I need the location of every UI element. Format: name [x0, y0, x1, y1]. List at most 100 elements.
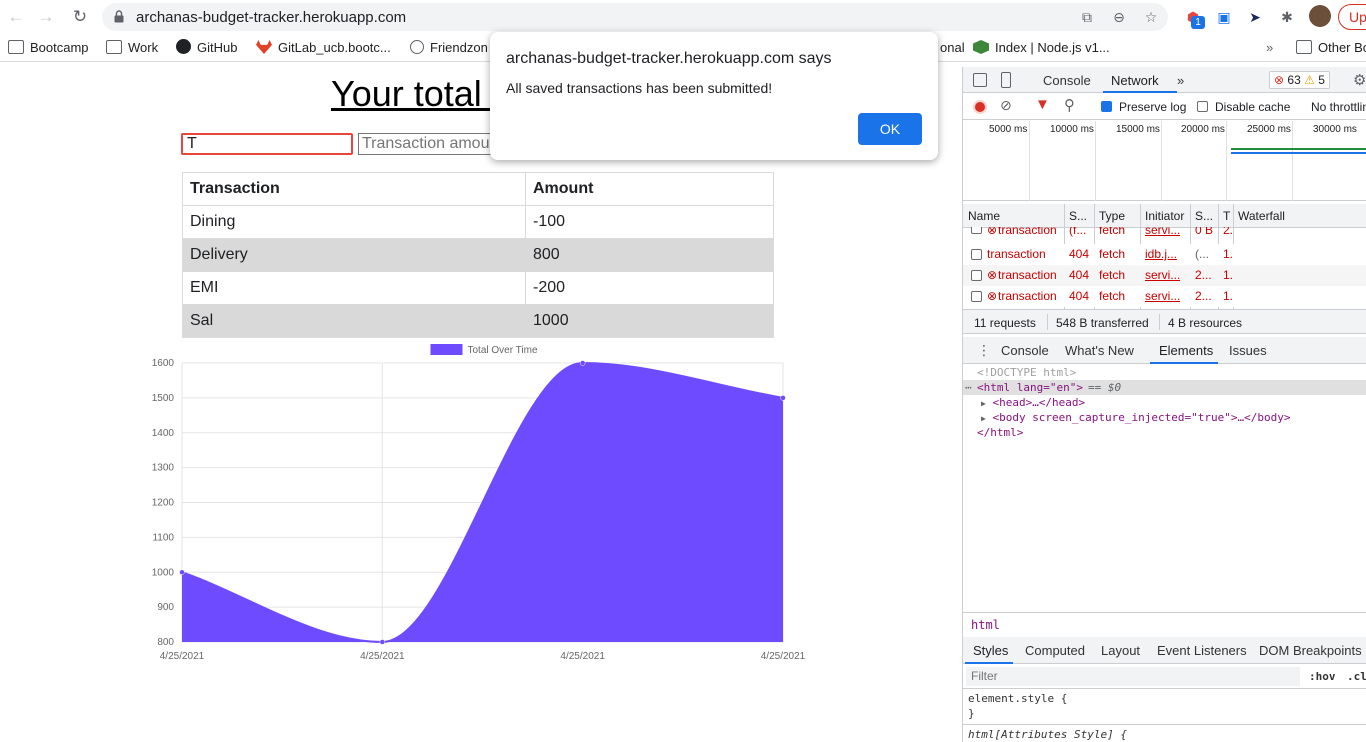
devtools-tabbar: Console Network » ⊗ 63 ⚠ 5 ⚙ — [963, 67, 1366, 93]
tab-network[interactable]: Network — [1111, 73, 1159, 88]
dom-node-selected[interactable]: ⋯ <html lang="en"> == $0 — [963, 380, 1366, 395]
bookmark-star-icon[interactable]: ☆ — [1142, 8, 1160, 26]
network-overview: 5000 ms 10000 ms 15000 ms 20000 ms 25000… — [963, 121, 1366, 201]
col-size[interactable]: S... — [1195, 209, 1213, 223]
bookmark-work[interactable]: Work — [106, 39, 158, 57]
cursor-extension-icon[interactable]: ➤ — [1244, 6, 1266, 28]
reload-icon[interactable]: ↻ — [68, 5, 92, 29]
styles-filter-input[interactable]: Filter — [966, 667, 1300, 686]
bookmark-nodejs[interactable]: Index | Node.js v1... — [973, 39, 1110, 57]
request-initiator-link[interactable]: servi... — [1145, 227, 1180, 237]
request-initiator-link[interactable]: idb.j... — [1145, 247, 1177, 261]
more-tabs-button[interactable]: » — [1177, 73, 1184, 88]
throttling-select[interactable]: No throttlin — [1311, 100, 1366, 114]
bookmark-friendzone[interactable]: Friendzon — [410, 39, 488, 57]
update-button[interactable]: Up — [1338, 4, 1366, 30]
request-type: fetch — [1099, 227, 1126, 237]
request-initiator-link[interactable]: servi... — [1145, 268, 1180, 282]
tab-styles[interactable]: Styles — [973, 643, 1008, 658]
breadcrumb-html[interactable]: html — [971, 618, 1000, 632]
filter-icon[interactable]: ▼ — [1035, 96, 1050, 113]
table-row[interactable]: ⊗ transaction 404 fetch servi... 2... 1. — [963, 286, 1366, 307]
error-icon: ⊗ — [1274, 73, 1285, 87]
cls-toggle[interactable]: .cls — [1347, 670, 1366, 683]
tab-event-listeners[interactable]: Event Listeners — [1157, 643, 1247, 658]
screenshot-extension-icon[interactable]: ▣ — [1213, 6, 1235, 28]
dom-node-head[interactable]: ▶ <head>…</head> — [981, 396, 1085, 409]
devtools-panel: Console Network » ⊗ 63 ⚠ 5 ⚙ ⊘ ▼ ⚲ Prese… — [962, 67, 1366, 742]
zoom-icon[interactable]: ⊖ — [1110, 8, 1128, 26]
folder-icon — [1296, 40, 1312, 54]
timeline-tick: 25000 ms — [1247, 124, 1291, 135]
timeline-bar — [1231, 148, 1366, 150]
col-status[interactable]: S... — [1069, 209, 1087, 223]
request-status: (f... — [1069, 227, 1087, 237]
request-time: 1. — [1223, 289, 1234, 303]
request-initiator-link[interactable]: servi... — [1145, 289, 1180, 303]
expand-triangle-icon[interactable]: ▶ — [981, 414, 986, 423]
request-time: 1. — [1223, 268, 1234, 282]
request-name: transaction — [998, 289, 1057, 303]
tab-layout[interactable]: Layout — [1101, 643, 1140, 658]
forward-icon[interactable]: → — [34, 5, 58, 29]
bookmark-other[interactable]: Other Bo — [1296, 39, 1366, 57]
device-toolbar-icon[interactable] — [1001, 72, 1011, 88]
table-row[interactable]: ⊗ transaction (f... fetch servi... 0 B 2… — [963, 227, 1366, 241]
back-icon[interactable]: ← — [4, 5, 28, 29]
table-row[interactable]: ⊗ transaction 404 fetch servi... 2... 1. — [963, 265, 1366, 286]
inspect-icon[interactable] — [973, 73, 987, 87]
row-checkbox[interactable] — [971, 227, 982, 234]
legend-label: Total Over Time — [468, 345, 538, 356]
issues-counter[interactable]: ⊗ 63 ⚠ 5 — [1269, 71, 1330, 89]
drawer-tab-console[interactable]: Console — [1001, 343, 1049, 358]
settings-gear-icon[interactable]: ⚙ — [1353, 71, 1366, 89]
expand-triangle-icon[interactable]: ▶ — [981, 399, 986, 408]
row-checkbox[interactable] — [971, 249, 982, 260]
tab-dom-breakpoints[interactable]: DOM Breakpoints — [1259, 643, 1362, 658]
hov-toggle[interactable]: :hov — [1309, 670, 1336, 683]
preserve-log-checkbox[interactable] — [1101, 101, 1112, 112]
request-status: 404 — [1069, 247, 1090, 261]
record-icon[interactable] — [973, 100, 987, 114]
col-type[interactable]: Type — [1099, 209, 1125, 223]
open-in-app-icon[interactable]: ⧉ — [1078, 8, 1096, 26]
bookmarks-overflow[interactable]: » — [1266, 39, 1273, 57]
summary-resources: 4 B resources — [1168, 316, 1243, 330]
request-error-icon: ⊗ — [987, 227, 998, 237]
transaction-name-input[interactable]: T — [181, 133, 353, 155]
attributes-style-rule[interactable]: html[Attributes Style] { — [968, 728, 1127, 741]
bookmark-partial[interactable]: onal — [940, 39, 965, 57]
request-status: 404 — [1069, 289, 1090, 303]
drawer-tab-whats-new[interactable]: What's New — [1065, 343, 1134, 358]
col-name[interactable]: Name — [968, 209, 1000, 223]
disable-cache-checkbox[interactable] — [1197, 101, 1208, 112]
drawer-tab-elements[interactable]: Elements — [1159, 343, 1213, 358]
drawer-tab-issues[interactable]: Issues — [1229, 343, 1267, 358]
row-checkbox[interactable] — [971, 291, 982, 302]
tab-computed[interactable]: Computed — [1025, 643, 1085, 658]
search-icon[interactable]: ⚲ — [1064, 96, 1075, 114]
ok-button[interactable]: OK — [858, 113, 922, 145]
transaction-amount-input[interactable]: Transaction amount — [358, 133, 498, 155]
row-checkbox[interactable] — [971, 270, 982, 281]
table-row: EMI -200 — [182, 271, 774, 305]
more-options-icon[interactable]: ⋮ — [977, 342, 991, 359]
dom-node-body[interactable]: ▶ <body screen_capture_injected="true">…… — [981, 411, 1290, 424]
bookmark-gitlab[interactable]: GitLab_ucb.bootc... — [256, 39, 391, 57]
lock-icon[interactable] — [114, 10, 124, 23]
col-time[interactable]: T — [1223, 209, 1230, 223]
y-tick-label: 1300 — [152, 463, 175, 474]
table-row: Sal 1000 — [182, 304, 774, 338]
avatar[interactable] — [1309, 5, 1331, 27]
col-waterfall[interactable]: Waterfall — [1238, 209, 1285, 223]
element-style-rule[interactable]: element.style { — [968, 692, 1067, 705]
address-bar[interactable]: archanas-budget-tracker.herokuapp.com ⧉ … — [102, 3, 1168, 31]
bookmark-bootcamp[interactable]: Bootcamp — [8, 39, 89, 57]
clear-icon[interactable]: ⊘ — [1000, 97, 1012, 114]
extensions-puzzle-icon[interactable]: ✱ — [1276, 6, 1298, 28]
tab-console[interactable]: Console — [1043, 73, 1091, 88]
bookmark-github[interactable]: GitHub — [176, 39, 237, 57]
dom-doctype: <!DOCTYPE html> — [977, 366, 1077, 379]
col-initiator[interactable]: Initiator — [1145, 209, 1184, 223]
table-row[interactable]: transaction 404 fetch idb.j... (... 1. — [963, 244, 1366, 265]
